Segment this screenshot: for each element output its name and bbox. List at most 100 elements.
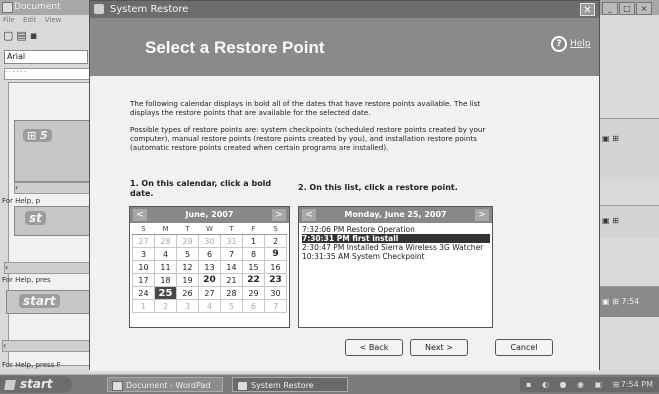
weekday-label: T [220,224,243,235]
background-tray-1: ▣ ⊞ [602,134,619,143]
restore-point-item[interactable]: 2:30:47 PM Installed Sierra Wireless 3G … [302,243,490,252]
calendar-week: 24 25 26 27 28 29 30 [132,286,287,300]
calendar-day[interactable]: 14 [220,260,243,274]
calendar-day[interactable]: 29 [176,234,199,248]
tray-icons[interactable]: ▪ ◐ ● ◉ ▣ ⊞ [526,377,623,392]
calendar-day[interactable]: 27 [198,286,221,300]
calendar-week: 3 4 5 6 7 8 9 [132,247,287,261]
calendar-day[interactable]: 28 [220,286,243,300]
background-start-1: ⊞ 5 [23,129,52,142]
page-title: Select a Restore Point [145,38,325,57]
step2-label: 2. On this list, click a restore point. [298,183,458,192]
clock: 7:54 PM [620,380,653,389]
close-icon[interactable]: ✕ [580,3,595,16]
help-link[interactable]: Help [570,39,591,49]
calendar-week: 27 28 29 30 31 1 2 [132,234,287,248]
calendar-day[interactable]: 18 [154,273,177,287]
next-button[interactable]: Next > [410,339,468,356]
restore-point-item[interactable]: 10:31:35 AM System Checkpoint [302,252,490,261]
menu-view[interactable]: View [45,16,62,24]
taskbar-item-system-restore[interactable]: System Restore [232,377,348,392]
calendar-day[interactable]: 24 [132,286,155,300]
background-scrollbar-1[interactable]: ‹ [14,182,90,194]
start-button[interactable]: start [0,376,72,393]
calendar-day[interactable]: 5 [176,247,199,261]
calendar-day[interactable]: 6 [198,247,221,261]
calendar-day[interactable]: 19 [176,273,199,287]
system-restore-icon [94,4,104,14]
calendar-day[interactable]: 16 [264,260,287,274]
restore-point-item-selected[interactable]: 7:30:31 PM first install [302,234,490,243]
background-tray-2: ▣ ⊞ [602,216,619,225]
calendar-day[interactable]: 15 [242,260,265,274]
calendar-day-bold[interactable]: 23 [264,273,287,287]
calendar-day-selected[interactable]: 25 [154,286,177,300]
calendar-prev-button[interactable]: < [133,209,147,221]
calendar-next-button[interactable]: > [272,209,286,221]
calendar-day[interactable]: 27 [132,234,155,248]
menu-file[interactable]: File [3,16,15,24]
restore-point-list: < Monday, June 25, 2007 > 7:32:06 PM Res… [298,206,493,328]
back-button[interactable]: < Back [345,339,403,356]
calendar-day[interactable]: 31 [220,234,243,248]
background-help-2: For Help, pres [2,276,51,284]
calendar-day[interactable]: 1 [242,234,265,248]
menu-edit[interactable]: Edit [23,16,37,24]
calendar-day[interactable]: 10 [132,260,155,274]
restore-point-item[interactable]: 7:32:06 PM Restore Operation [302,225,490,234]
background-scrollbar-3[interactable]: ‹ [2,340,90,352]
list-next-day-button[interactable]: > [475,209,489,221]
help-icon[interactable]: ? [551,36,567,52]
maximize-button[interactable]: □ [619,2,635,15]
calendar-day[interactable]: 1 [132,299,155,313]
calendar-day[interactable]: 8 [242,247,265,261]
calendar-day[interactable]: 4 [198,299,221,313]
background-toolbar: ▢▤▪ [3,29,40,42]
calendar-day[interactable]: 7 [264,299,287,313]
calendar-day[interactable]: 6 [242,299,265,313]
calendar-day[interactable]: 3 [132,247,155,261]
calendar-day-bold[interactable]: 20 [198,273,221,287]
background-right-pane-1 [590,118,659,179]
calendar-day[interactable]: 3 [176,299,199,313]
calendar-grid: S M T W T F S 27 28 29 30 31 1 2 3 4 5 6… [132,224,287,313]
background-pane-1: ⊞ 5 [14,120,92,182]
font-selector[interactable]: Arial [4,50,88,64]
calendar-day[interactable]: 2 [154,299,177,313]
close-button[interactable]: × [636,2,652,15]
calendar-day[interactable]: 7 [220,247,243,261]
dialog-header: Select a Restore Point ? Help [90,18,599,76]
calendar-day[interactable]: 26 [176,286,199,300]
system-restore-dialog: System Restore ✕ Select a Restore Point … [89,0,600,371]
minimize-button[interactable]: _ [602,2,618,15]
cancel-button[interactable]: Cancel [495,339,553,356]
calendar-day[interactable]: 2 [264,234,287,248]
dialog-title-bar[interactable]: System Restore ✕ [90,1,599,18]
taskbar-item-wordpad[interactable]: Document - WordPad [107,377,223,392]
calendar-day[interactable]: 28 [154,234,177,248]
calendar-day-bold[interactable]: 22 [242,273,265,287]
new-icon[interactable]: ▢ [3,29,16,42]
background-scrollbar-2[interactable]: ‹ [4,262,90,274]
list-prev-day-button[interactable]: < [302,209,316,221]
calendar-day[interactable]: 30 [264,286,287,300]
restore-types-text: Possible types of restore points are: sy… [130,125,486,152]
calendar-day[interactable]: 17 [132,273,155,287]
calendar-day[interactable]: 21 [220,273,243,287]
weekday-label: M [154,224,177,235]
background-start-2: st [25,211,46,225]
calendar-day-bold[interactable]: 9 [264,247,287,261]
weekday-label: W [198,224,221,235]
calendar-day[interactable]: 5 [220,299,243,313]
calendar-day[interactable]: 13 [198,260,221,274]
save-icon[interactable]: ▪ [30,29,40,42]
calendar-day[interactable]: 12 [176,260,199,274]
wordpad-icon [112,381,123,391]
open-icon[interactable]: ▤ [16,29,29,42]
calendar-day[interactable]: 29 [242,286,265,300]
calendar-day[interactable]: 30 [198,234,221,248]
background-pane-2: st [14,206,92,236]
start-label: start [20,377,53,391]
calendar-day[interactable]: 11 [154,260,177,274]
calendar-day[interactable]: 4 [154,247,177,261]
